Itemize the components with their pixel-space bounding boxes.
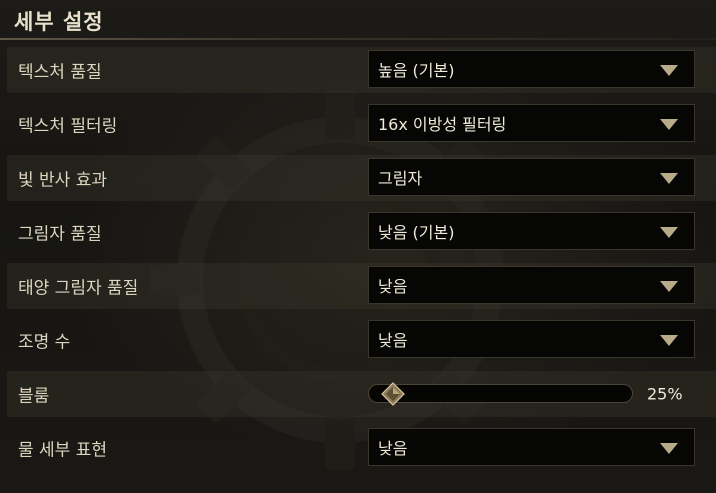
chevron-down-icon [660,335,678,346]
setting-row-texture-quality: 텍스처 품질 높음 (기본) [7,47,716,93]
chevron-down-icon [660,65,678,76]
setting-label: 태양 그림자 품질 [18,278,139,299]
setting-row-bloom: 블룸 25% [7,371,716,417]
detail-settings-panel: 세부 설정 텍스처 품질 높음 (기본) 텍스처 필터링 16x 이방성 필터링… [0,0,716,493]
dropdown-value: 16x 이방성 필터링 [378,115,507,134]
dropdown-value: 낮음 [378,439,408,458]
setting-label: 조명 수 [18,332,71,353]
dropdown-value: 높음 (기본) [378,61,455,80]
setting-row-water-detail: 물 세부 표현 낮음 [7,425,716,471]
setting-row-texture-filtering: 텍스처 필터링 16x 이방성 필터링 [7,101,716,147]
setting-label: 그림자 품질 [18,224,102,245]
section-title: 세부 설정 [14,10,104,34]
dropdown-value: 낮음 [378,277,408,296]
chevron-down-icon [660,173,678,184]
texture-quality-dropdown[interactable]: 높음 (기본) [368,50,695,88]
light-count-dropdown[interactable]: 낮음 [368,320,695,358]
sun-shadow-quality-dropdown[interactable]: 낮음 [368,266,695,304]
setting-row-light-count: 조명 수 낮음 [7,317,716,363]
setting-row-reflection: 빛 반사 효과 그림자 [7,155,716,201]
chevron-down-icon [660,227,678,238]
chevron-down-icon [660,281,678,292]
texture-filtering-dropdown[interactable]: 16x 이방성 필터링 [368,104,695,142]
setting-label: 텍스처 품질 [18,62,102,83]
setting-label: 텍스처 필터링 [18,116,118,137]
reflection-dropdown[interactable]: 그림자 [368,158,695,196]
chevron-down-icon [660,443,678,454]
bloom-value: 25% [647,384,683,404]
dropdown-value: 낮음 (기본) [378,223,455,242]
bloom-slider[interactable] [368,381,633,406]
setting-label: 블룸 [18,386,50,407]
shadow-quality-dropdown[interactable]: 낮음 (기본) [368,212,695,250]
title-divider [0,38,716,40]
setting-label: 빛 반사 효과 [18,170,108,191]
setting-label: 물 세부 표현 [18,440,108,461]
dropdown-value: 낮음 [378,331,408,350]
dropdown-value: 그림자 [378,169,423,188]
setting-row-sun-shadow-quality: 태양 그림자 품질 낮음 [7,263,716,309]
diamond-handle-icon[interactable] [381,381,405,406]
setting-row-shadow-quality: 그림자 품질 낮음 (기본) [7,209,716,255]
water-detail-dropdown[interactable]: 낮음 [368,428,695,466]
chevron-down-icon [660,119,678,130]
